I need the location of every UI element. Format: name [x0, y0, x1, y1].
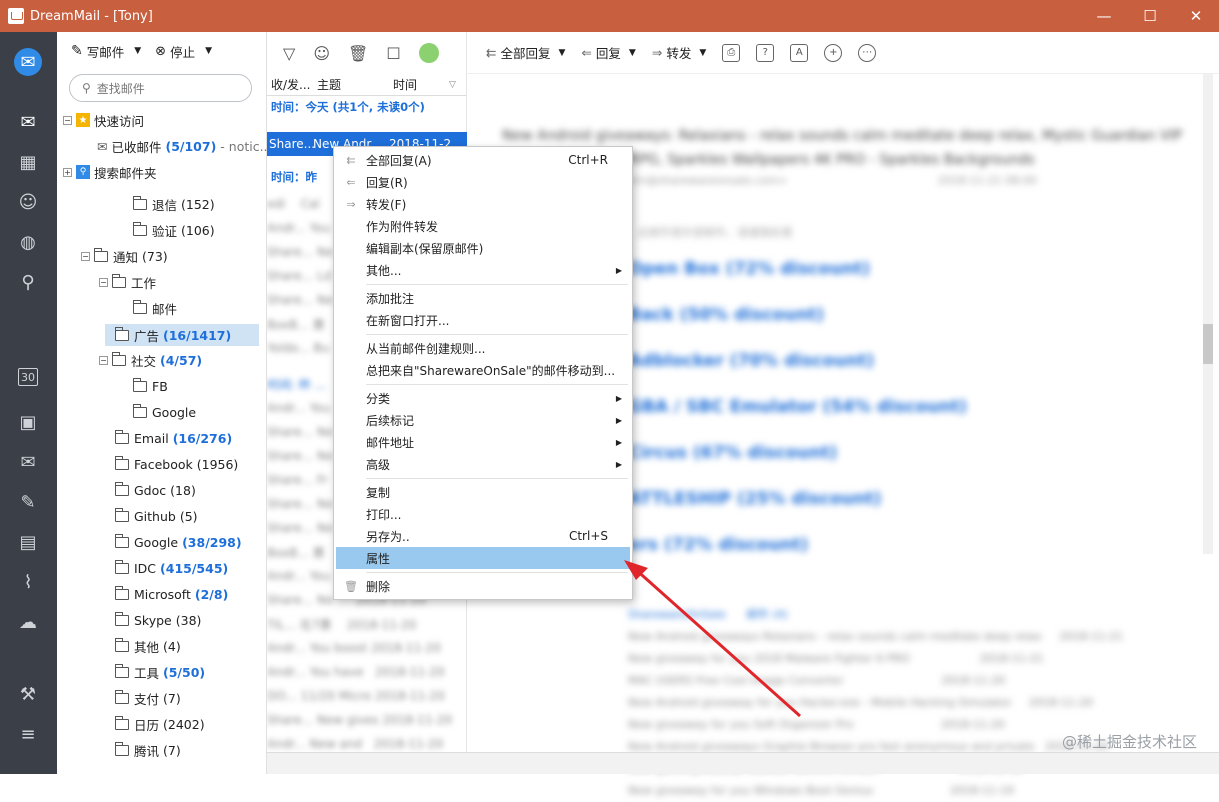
- watermark: @稀土掘金技术社区: [1062, 731, 1197, 752]
- annotation-arrow: [0, 0, 1219, 774]
- annotation-arrow-line: [634, 568, 800, 716]
